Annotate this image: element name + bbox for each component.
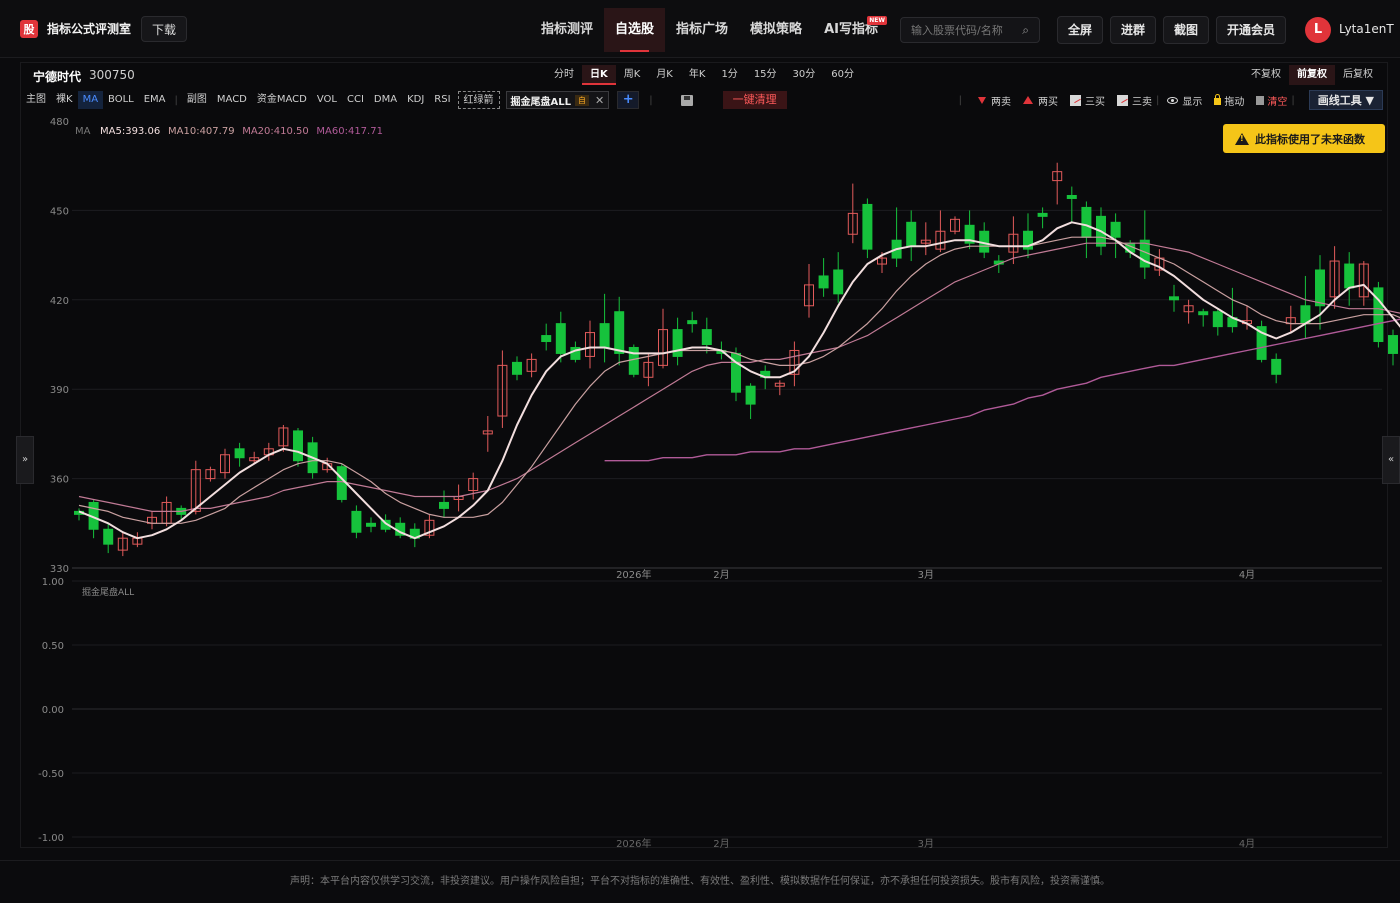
x-tick-label: 2月 [713,569,729,581]
y-tick-label: 390 [50,385,69,396]
ma-legend-ma10: MA10:407.79 [168,126,235,137]
candle-body [351,510,362,533]
candle-body [541,335,552,343]
x-tick-label: 2026年 [616,568,651,581]
ma-legend-ma20: MA20:410.50 [242,126,309,137]
candle-body [439,501,449,509]
candle-body [293,430,303,462]
sub-x-tick-label: 4月 [1239,838,1255,850]
sub-y-tick-label: 0.50 [42,641,64,652]
candle-body [1081,206,1092,238]
candle-body [1271,358,1282,375]
ma-title: MA [75,126,91,137]
ma60-line [604,318,1400,462]
candle-body [672,329,683,357]
candle-body [1066,195,1077,199]
sub-indicator-title: 掘金尾盘ALL [82,586,134,598]
ma-legend-ma60: MA60:417.71 [316,126,383,137]
candle-body [1344,263,1355,289]
candle-body [1315,269,1325,307]
sub-x-tick-label: 2月 [713,838,729,850]
candle-body [906,221,917,247]
sub-y-tick-label: 0.00 [42,705,64,716]
kline-chart[interactable]: 480 450 420 390 360 330 MA MA5:393.06 MA10:407.7… [0,0,1400,900]
x-tick-label: 4月 [1239,569,1255,581]
y-tick-label: 450 [50,206,69,217]
candle-body [1198,311,1209,316]
expand-left-icon[interactable]: » [16,436,34,484]
candle-body [366,522,376,527]
y-tick-label: 330 [50,564,69,575]
candle-body [687,320,698,325]
sub-y-tick-label: -1.00 [38,833,64,844]
candle-body [628,346,639,375]
candle-body [862,203,873,250]
candle-body [1169,296,1179,301]
candle-body [103,528,114,545]
candle-body [1037,212,1048,217]
candle-body [1110,221,1121,238]
candle-body [745,385,756,405]
candle-body [555,323,566,354]
y-tick-label: 360 [50,475,69,486]
expand-right-icon[interactable]: « [1382,436,1400,484]
sub-y-tick-label: 1.00 [42,577,64,588]
x-tick-label: 3月 [918,569,934,581]
candle-body [833,269,844,295]
candle-body [512,361,522,375]
sub-x-tick-label: 3月 [918,838,934,850]
y-tick-label: 420 [50,296,69,307]
sub-x-tick-label: 2026年 [616,837,651,850]
candle-body [1388,335,1398,354]
candle-body [818,275,829,289]
candle-body [701,329,712,346]
candle-body [1212,311,1223,328]
disclaimer-footer: 声明：本平台内容仅供学习交流，非投资建议。用户操作风险自担；平台不对指标的准确性… [0,860,1400,900]
candle-body [599,323,610,348]
ma-legend-ma5: MA5:393.06 [100,126,160,137]
candle-body [234,448,245,459]
y-tick-label: 480 [50,117,69,128]
sub-y-tick-label: -0.50 [38,769,64,780]
candle-body [614,311,625,354]
